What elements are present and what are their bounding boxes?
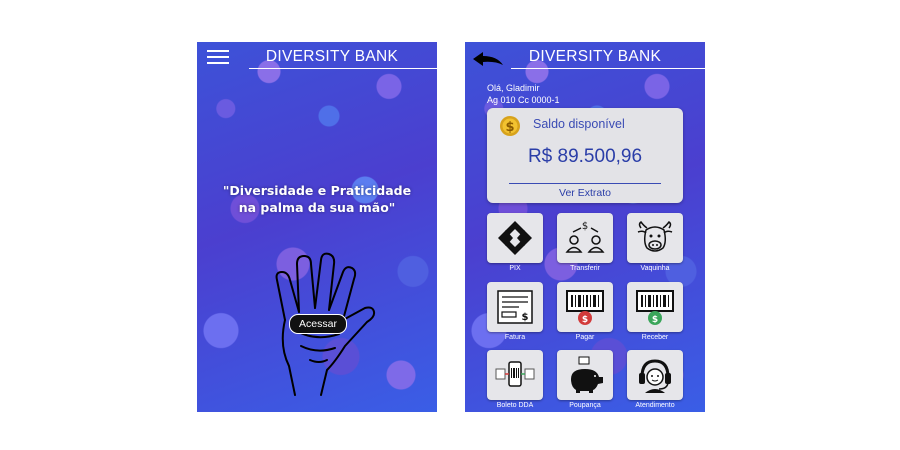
tile-boleto-dda[interactable]: Boleto DDA [487,350,543,412]
tile-label: Receber [641,334,669,341]
tile-atendimento-box [627,350,683,400]
tile-label: Fatura [504,334,526,341]
barcode-pay-icon: $ [566,290,604,325]
tile-vaquinha[interactable]: Vaquinha [627,213,683,279]
tile-label: Pagar [575,334,595,341]
tile-receber[interactable]: $ Receber [627,282,683,348]
tile-label: Transferir [570,265,600,272]
balance-label: Saldo disponível [533,117,625,131]
title-underline [511,68,705,69]
greeting-text: Olá, Gladimir [487,83,540,93]
tile-label: Vaquinha [640,265,670,272]
tile-boleto-dda-box [487,350,543,400]
tile-poupanca-box [557,350,613,400]
svg-text:$: $ [522,312,529,323]
barcode-receive-icon: $ [636,290,674,325]
svg-text:$: $ [652,315,658,325]
svg-text:$: $ [582,221,588,232]
login-screen: DIVERSITY BANK "Diversidade e Praticidad… [197,42,437,412]
tile-pagar[interactable]: $ Pagar [557,282,613,348]
access-button[interactable]: Acessar [289,314,347,334]
tile-label: Boleto DDA [496,402,534,409]
tile-label: PIX [509,265,521,272]
transfer-icon: $ [565,221,605,253]
app-title: DIVERSITY BANK [528,48,662,65]
tile-label: Atendimento [635,402,675,409]
invoice-icon: $ [497,290,533,324]
headset-icon [639,359,671,393]
tagline: "Diversidade e Praticidade na palma da s… [197,182,437,216]
tile-transfer-box: $ [557,213,613,263]
tile-fatura-box: $ [487,282,543,332]
tile-fatura[interactable]: $ Fatura [487,282,543,348]
home-screen: DIVERSITY BANK Olá, Gladimir Ag 010 Cc 0… [465,42,705,412]
tile-pix[interactable]: PIX [487,213,543,279]
tagline-line-1: "Diversidade e Praticidade [222,183,412,198]
title-underline [249,68,437,69]
account-number: Ag 010 Cc 0000-1 [487,95,560,105]
tile-transfer[interactable]: $ Transferir [557,213,613,279]
view-statement-link[interactable]: Ver Extrato [487,187,683,199]
tile-atendimento[interactable]: Atendimento [627,350,683,412]
svg-text:$: $ [505,120,514,135]
hamburger-menu-icon[interactable] [207,50,229,66]
dollar-coin-icon: $ [500,116,520,136]
balance-value: R$ 89.500,96 [527,146,643,167]
tile-label: Poupança [569,402,601,409]
boleto-dda-icon [495,361,535,387]
card-divider [509,183,661,184]
tile-pix-box [487,213,543,263]
tile-poupanca[interactable]: Poupança [557,350,613,412]
tile-receber-box: $ [627,282,683,332]
cow-icon [637,220,673,252]
app-title: DIVERSITY BANK [265,48,399,65]
tile-vaquinha-box [627,213,683,263]
balance-card: $ Saldo disponível R$ 89.500,96 Ver Extr… [487,108,683,203]
piggy-bank-icon [571,356,603,393]
tile-pagar-box: $ [557,282,613,332]
pix-icon [498,221,532,255]
tagline-line-2: na palma da sua mão" [238,200,396,215]
account-info: Olá, Gladimir Ag 010 Cc 0000-1 [487,82,560,106]
svg-text:$: $ [582,315,588,325]
